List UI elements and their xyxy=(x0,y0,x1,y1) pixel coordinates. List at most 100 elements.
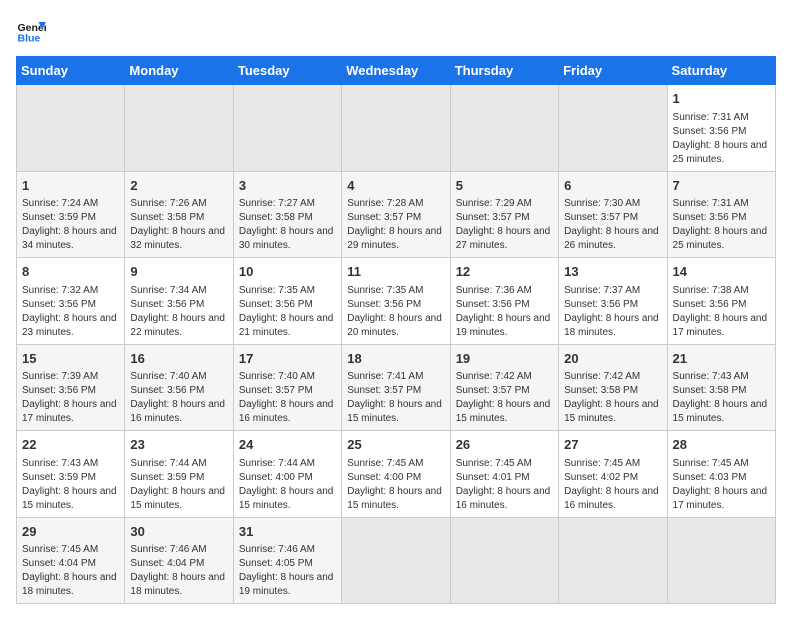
calendar-cell: 11Sunrise: 7:35 AM Sunset: 3:56 PM Dayli… xyxy=(342,258,450,345)
day-info: Sunrise: 7:27 AM Sunset: 3:58 PM Dayligh… xyxy=(239,197,336,253)
day-info: Sunrise: 7:44 AM Sunset: 4:00 PM Dayligh… xyxy=(239,457,336,513)
day-number: 4 xyxy=(347,176,444,196)
day-info: Sunrise: 7:36 AM Sunset: 3:56 PM Dayligh… xyxy=(456,284,553,340)
calendar-week-row: 22Sunrise: 7:43 AM Sunset: 3:59 PM Dayli… xyxy=(17,431,776,518)
calendar-cell: 31Sunrise: 7:46 AM Sunset: 4:05 PM Dayli… xyxy=(233,517,341,604)
day-info: Sunrise: 7:45 AM Sunset: 4:03 PM Dayligh… xyxy=(673,457,770,513)
day-number: 21 xyxy=(673,349,770,369)
day-number: 30 xyxy=(130,522,227,542)
calendar-cell: 10Sunrise: 7:35 AM Sunset: 3:56 PM Dayli… xyxy=(233,258,341,345)
calendar-cell xyxy=(342,517,450,604)
day-number: 23 xyxy=(130,435,227,455)
day-number: 20 xyxy=(564,349,661,369)
calendar-week-row: 1Sunrise: 7:24 AM Sunset: 3:59 PM Daylig… xyxy=(17,171,776,258)
day-number: 6 xyxy=(564,176,661,196)
calendar-cell: 27Sunrise: 7:45 AM Sunset: 4:02 PM Dayli… xyxy=(559,431,667,518)
day-info: Sunrise: 7:34 AM Sunset: 3:56 PM Dayligh… xyxy=(130,284,227,340)
calendar-cell: 15Sunrise: 7:39 AM Sunset: 3:56 PM Dayli… xyxy=(17,344,125,431)
calendar-cell: 25Sunrise: 7:45 AM Sunset: 4:00 PM Dayli… xyxy=(342,431,450,518)
day-info: Sunrise: 7:26 AM Sunset: 3:58 PM Dayligh… xyxy=(130,197,227,253)
day-info: Sunrise: 7:40 AM Sunset: 3:56 PM Dayligh… xyxy=(130,370,227,426)
day-info: Sunrise: 7:46 AM Sunset: 4:05 PM Dayligh… xyxy=(239,543,336,599)
calendar-cell: 18Sunrise: 7:41 AM Sunset: 3:57 PM Dayli… xyxy=(342,344,450,431)
calendar-cell: 30Sunrise: 7:46 AM Sunset: 4:04 PM Dayli… xyxy=(125,517,233,604)
calendar-cell: 4Sunrise: 7:28 AM Sunset: 3:57 PM Daylig… xyxy=(342,171,450,258)
calendar-cell: 7Sunrise: 7:31 AM Sunset: 3:56 PM Daylig… xyxy=(667,171,775,258)
day-number: 9 xyxy=(130,262,227,282)
calendar-week-row: 15Sunrise: 7:39 AM Sunset: 3:56 PM Dayli… xyxy=(17,344,776,431)
calendar-cell xyxy=(342,85,450,172)
calendar-cell: 19Sunrise: 7:42 AM Sunset: 3:57 PM Dayli… xyxy=(450,344,558,431)
day-number: 17 xyxy=(239,349,336,369)
day-info: Sunrise: 7:42 AM Sunset: 3:58 PM Dayligh… xyxy=(564,370,661,426)
day-info: Sunrise: 7:43 AM Sunset: 3:58 PM Dayligh… xyxy=(673,370,770,426)
logo: General Blue xyxy=(16,16,46,46)
calendar-cell: 2Sunrise: 7:26 AM Sunset: 3:58 PM Daylig… xyxy=(125,171,233,258)
calendar-cell: 22Sunrise: 7:43 AM Sunset: 3:59 PM Dayli… xyxy=(17,431,125,518)
day-number: 19 xyxy=(456,349,553,369)
calendar-cell: 21Sunrise: 7:43 AM Sunset: 3:58 PM Dayli… xyxy=(667,344,775,431)
calendar-week-row: 29Sunrise: 7:45 AM Sunset: 4:04 PM Dayli… xyxy=(17,517,776,604)
calendar-cell: 1Sunrise: 7:24 AM Sunset: 3:59 PM Daylig… xyxy=(17,171,125,258)
column-header-saturday: Saturday xyxy=(667,57,775,85)
calendar-cell: 16Sunrise: 7:40 AM Sunset: 3:56 PM Dayli… xyxy=(125,344,233,431)
day-info: Sunrise: 7:40 AM Sunset: 3:57 PM Dayligh… xyxy=(239,370,336,426)
calendar-cell: 3Sunrise: 7:27 AM Sunset: 3:58 PM Daylig… xyxy=(233,171,341,258)
day-number: 13 xyxy=(564,262,661,282)
calendar-cell: 14Sunrise: 7:38 AM Sunset: 3:56 PM Dayli… xyxy=(667,258,775,345)
day-number: 7 xyxy=(673,176,770,196)
calendar-cell xyxy=(125,85,233,172)
column-header-thursday: Thursday xyxy=(450,57,558,85)
calendar-cell: 29Sunrise: 7:45 AM Sunset: 4:04 PM Dayli… xyxy=(17,517,125,604)
calendar-cell xyxy=(559,85,667,172)
day-info: Sunrise: 7:28 AM Sunset: 3:57 PM Dayligh… xyxy=(347,197,444,253)
column-header-tuesday: Tuesday xyxy=(233,57,341,85)
calendar-cell: 1Sunrise: 7:31 AM Sunset: 3:56 PM Daylig… xyxy=(667,85,775,172)
day-number: 27 xyxy=(564,435,661,455)
day-info: Sunrise: 7:45 AM Sunset: 4:00 PM Dayligh… xyxy=(347,457,444,513)
day-number: 31 xyxy=(239,522,336,542)
day-info: Sunrise: 7:42 AM Sunset: 3:57 PM Dayligh… xyxy=(456,370,553,426)
logo-icon: General Blue xyxy=(16,16,46,46)
calendar-table: SundayMondayTuesdayWednesdayThursdayFrid… xyxy=(16,56,776,604)
day-number: 29 xyxy=(22,522,119,542)
calendar-cell xyxy=(450,517,558,604)
day-info: Sunrise: 7:31 AM Sunset: 3:56 PM Dayligh… xyxy=(673,197,770,253)
day-info: Sunrise: 7:35 AM Sunset: 3:56 PM Dayligh… xyxy=(239,284,336,340)
day-info: Sunrise: 7:39 AM Sunset: 3:56 PM Dayligh… xyxy=(22,370,119,426)
day-info: Sunrise: 7:41 AM Sunset: 3:57 PM Dayligh… xyxy=(347,370,444,426)
day-number: 2 xyxy=(130,176,227,196)
day-info: Sunrise: 7:35 AM Sunset: 3:56 PM Dayligh… xyxy=(347,284,444,340)
day-number: 25 xyxy=(347,435,444,455)
calendar-cell: 28Sunrise: 7:45 AM Sunset: 4:03 PM Dayli… xyxy=(667,431,775,518)
day-info: Sunrise: 7:32 AM Sunset: 3:56 PM Dayligh… xyxy=(22,284,119,340)
day-number: 26 xyxy=(456,435,553,455)
day-number: 22 xyxy=(22,435,119,455)
calendar-cell xyxy=(559,517,667,604)
day-number: 1 xyxy=(22,176,119,196)
day-info: Sunrise: 7:46 AM Sunset: 4:04 PM Dayligh… xyxy=(130,543,227,599)
calendar-cell xyxy=(667,517,775,604)
day-number: 15 xyxy=(22,349,119,369)
calendar-cell xyxy=(450,85,558,172)
calendar-cell: 17Sunrise: 7:40 AM Sunset: 3:57 PM Dayli… xyxy=(233,344,341,431)
calendar-header-row: SundayMondayTuesdayWednesdayThursdayFrid… xyxy=(17,57,776,85)
calendar-cell: 26Sunrise: 7:45 AM Sunset: 4:01 PM Dayli… xyxy=(450,431,558,518)
day-number: 1 xyxy=(673,89,770,109)
day-info: Sunrise: 7:45 AM Sunset: 4:02 PM Dayligh… xyxy=(564,457,661,513)
day-info: Sunrise: 7:31 AM Sunset: 3:56 PM Dayligh… xyxy=(673,111,770,167)
calendar-cell: 24Sunrise: 7:44 AM Sunset: 4:00 PM Dayli… xyxy=(233,431,341,518)
day-info: Sunrise: 7:45 AM Sunset: 4:01 PM Dayligh… xyxy=(456,457,553,513)
calendar-cell xyxy=(17,85,125,172)
day-number: 12 xyxy=(456,262,553,282)
calendar-cell xyxy=(233,85,341,172)
calendar-cell: 12Sunrise: 7:36 AM Sunset: 3:56 PM Dayli… xyxy=(450,258,558,345)
day-number: 11 xyxy=(347,262,444,282)
calendar-cell: 6Sunrise: 7:30 AM Sunset: 3:57 PM Daylig… xyxy=(559,171,667,258)
day-number: 16 xyxy=(130,349,227,369)
column-header-friday: Friday xyxy=(559,57,667,85)
calendar-week-row: 1Sunrise: 7:31 AM Sunset: 3:56 PM Daylig… xyxy=(17,85,776,172)
day-info: Sunrise: 7:44 AM Sunset: 3:59 PM Dayligh… xyxy=(130,457,227,513)
calendar-cell: 13Sunrise: 7:37 AM Sunset: 3:56 PM Dayli… xyxy=(559,258,667,345)
day-info: Sunrise: 7:29 AM Sunset: 3:57 PM Dayligh… xyxy=(456,197,553,253)
